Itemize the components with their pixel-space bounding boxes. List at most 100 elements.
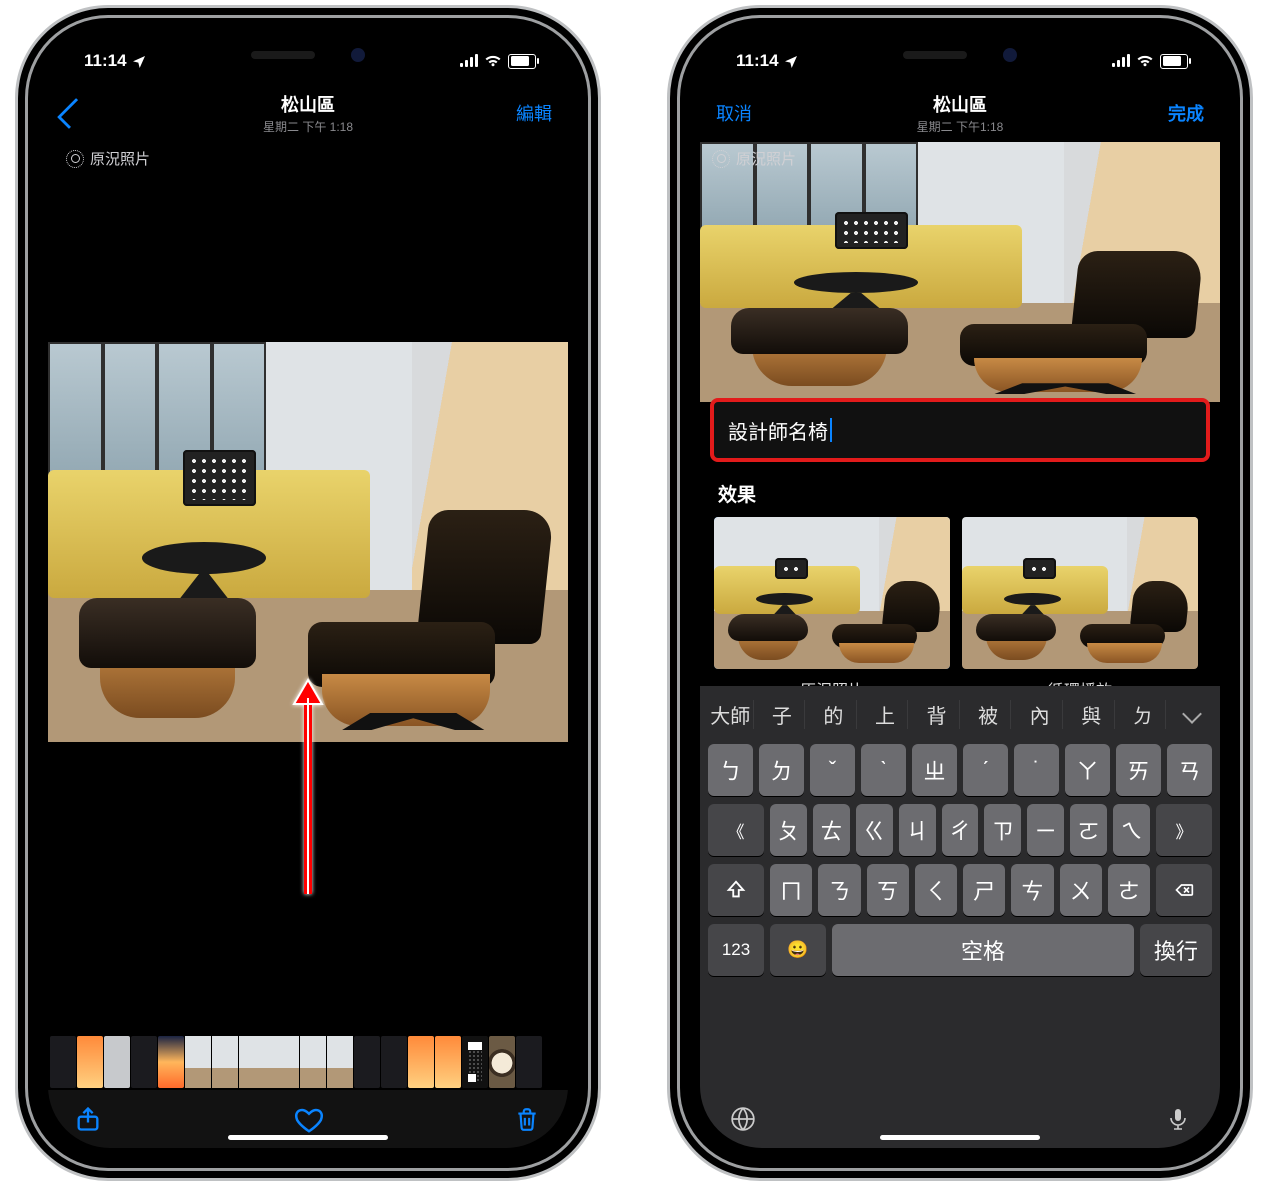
key[interactable]: ㄑ <box>915 864 957 916</box>
key[interactable]: ㄎ <box>867 864 909 916</box>
key[interactable]: ㄋ <box>818 864 860 916</box>
live-photo-badge: 原況照片 <box>66 148 150 169</box>
key[interactable]: ㄢ <box>1167 744 1212 796</box>
favorite-button[interactable] <box>294 1105 322 1133</box>
nav-title: 松山區 星期二 下午 1:18 <box>144 91 472 135</box>
keyboard[interactable]: 大師 子 的 上 背 被 內 與 ㄉ ㄅㄉˇˋㄓˊ˙ㄚㄞㄢ 《ㄆㄊㄍㄐㄔㄗㄧㄛㄟ… <box>700 686 1220 1148</box>
key[interactable]: ˙ <box>1014 744 1059 796</box>
space-key[interactable]: 空格 <box>832 924 1134 976</box>
thumbnail[interactable] <box>185 1036 211 1088</box>
live-photo-icon <box>66 150 84 168</box>
thumbnail-strip[interactable] <box>48 1036 568 1088</box>
return-key[interactable]: 換行 <box>1140 924 1212 976</box>
prediction[interactable]: 背 <box>914 700 960 729</box>
thumbnail[interactable] <box>300 1036 326 1088</box>
prediction[interactable]: 內 <box>1017 700 1063 729</box>
thumbnail[interactable] <box>77 1036 103 1088</box>
thumbnail[interactable] <box>516 1036 542 1088</box>
nav-subtitle-text: 星期二 下午1:18 <box>796 118 1124 135</box>
key[interactable]: ㄚ <box>1065 744 1110 796</box>
key[interactable]: ˋ <box>861 744 906 796</box>
key[interactable]: ㄔ <box>942 804 979 856</box>
key[interactable]: ˊ <box>963 744 1008 796</box>
edit-button[interactable]: 編輯 <box>516 100 552 126</box>
key[interactable]: ㄆ <box>770 804 807 856</box>
edit-photo[interactable]: 原況照片 <box>700 142 1220 402</box>
home-indicator[interactable] <box>880 1135 1040 1140</box>
key[interactable]: ㄕ <box>963 864 1005 916</box>
effects-header: 效果 <box>718 480 1202 507</box>
photo-viewer[interactable] <box>48 142 568 1038</box>
thumbnail[interactable] <box>50 1036 76 1088</box>
thumbnail-current[interactable] <box>239 1036 299 1088</box>
key[interactable]: ㄘ <box>1011 864 1053 916</box>
key[interactable]: ㄜ <box>1108 864 1150 916</box>
key[interactable]: ㄛ <box>1070 804 1107 856</box>
key[interactable]: ˇ <box>810 744 855 796</box>
thumbnail[interactable] <box>212 1036 238 1088</box>
key[interactable]: ㄊ <box>813 804 850 856</box>
prediction[interactable]: 與 <box>1069 700 1115 729</box>
cancel-button[interactable]: 取消 <box>716 100 752 126</box>
live-photo-label: 原況照片 <box>90 148 150 169</box>
dictation-button[interactable] <box>1166 1106 1190 1132</box>
thumbnail[interactable] <box>435 1036 461 1088</box>
key-row-3: ㄇㄋㄎㄑㄕㄘㄨㄜ <box>704 864 1216 916</box>
key[interactable]: ㄧ <box>1027 804 1064 856</box>
prediction[interactable]: 被 <box>966 700 1012 729</box>
thumbnail[interactable] <box>131 1036 157 1088</box>
status-time: 11:14 <box>736 51 779 71</box>
key[interactable]: ㄍ <box>856 804 893 856</box>
emoji-key[interactable]: 😀 <box>770 924 826 976</box>
prediction[interactable]: 子 <box>760 700 806 729</box>
key[interactable]: ㄨ <box>1060 864 1102 916</box>
key[interactable]: 《 <box>708 804 764 856</box>
shift-key[interactable] <box>708 864 764 916</box>
thumbnail[interactable] <box>354 1036 380 1088</box>
key[interactable]: ㄅ <box>708 744 753 796</box>
thumbnail[interactable] <box>158 1036 184 1088</box>
prediction[interactable]: 的 <box>811 700 857 729</box>
prediction-bar[interactable]: 大師 子 的 上 背 被 內 與 ㄉ <box>704 692 1216 736</box>
key[interactable]: ㄐ <box>899 804 936 856</box>
key-row-2: 《ㄆㄊㄍㄐㄔㄗㄧㄛㄟ》 <box>704 804 1216 856</box>
thumbnail[interactable] <box>489 1036 515 1088</box>
phone-right: 11:14 取消 松山區 <box>680 18 1240 1168</box>
thumbnail[interactable] <box>408 1036 434 1088</box>
nav-bar-right: 取消 松山區 星期二 下午1:18 完成 <box>700 84 1220 142</box>
prediction[interactable]: 大師 <box>708 700 754 729</box>
key-row-4: 123😀空格換行 <box>704 924 1216 976</box>
nav-title-text: 松山區 <box>144 91 472 117</box>
key[interactable]: ㄉ <box>759 744 804 796</box>
key[interactable]: 》 <box>1156 804 1212 856</box>
share-button[interactable] <box>74 1105 102 1133</box>
done-button[interactable]: 完成 <box>1168 100 1204 126</box>
effect-option-live[interactable]: 原況照片 <box>714 517 950 701</box>
caption-input[interactable]: 設計師名椅 <box>710 398 1210 462</box>
prediction[interactable]: 上 <box>863 700 909 729</box>
thumbnail[interactable] <box>104 1036 130 1088</box>
key[interactable]: ㄞ <box>1116 744 1161 796</box>
back-button[interactable] <box>64 100 144 127</box>
key[interactable]: 123 <box>708 924 764 976</box>
chevron-back-icon <box>57 97 88 128</box>
thumbnail[interactable] <box>381 1036 407 1088</box>
delete-button[interactable] <box>514 1105 542 1133</box>
home-indicator[interactable] <box>228 1135 388 1140</box>
globe-button[interactable] <box>730 1106 756 1132</box>
key[interactable]: ㄟ <box>1113 804 1150 856</box>
phone-left: 11:14 松山區 <box>28 18 588 1168</box>
live-photo-icon <box>712 150 730 168</box>
thumbnail[interactable] <box>327 1036 353 1088</box>
notch <box>178 38 438 72</box>
key[interactable]: ㄓ <box>912 744 957 796</box>
prediction-collapse[interactable] <box>1172 707 1212 721</box>
cellular-icon <box>1112 55 1130 67</box>
key[interactable]: ㄗ <box>984 804 1021 856</box>
nav-title-text: 松山區 <box>796 91 1124 117</box>
prediction[interactable]: ㄉ <box>1121 700 1167 729</box>
key[interactable]: ㄇ <box>770 864 812 916</box>
delete-key[interactable] <box>1156 864 1212 916</box>
effect-option-loop[interactable]: 循環播放 <box>962 517 1198 701</box>
thumbnail[interactable] <box>462 1036 488 1088</box>
